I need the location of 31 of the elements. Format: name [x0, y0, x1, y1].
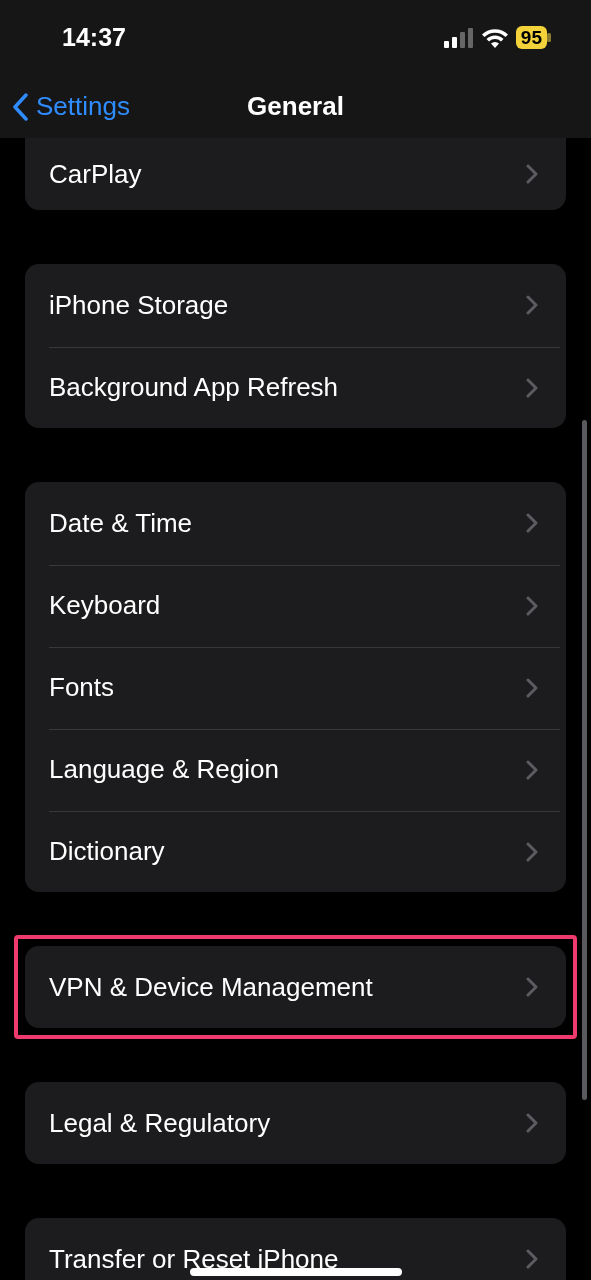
settings-row[interactable]: VPN & Device Management [25, 946, 566, 1028]
settings-row[interactable]: CarPlay [25, 138, 566, 210]
settings-row[interactable]: Legal & Regulatory [25, 1082, 566, 1164]
home-indicator[interactable] [190, 1268, 402, 1276]
chevron-icon [526, 841, 538, 862]
chevron-icon [526, 977, 538, 997]
battery-level: 95 [515, 26, 547, 49]
page-title: General [247, 90, 344, 123]
wifi-icon [481, 27, 508, 48]
chevron-icon [526, 513, 538, 533]
settings-row[interactable]: Date & Time [25, 482, 566, 564]
settings-row[interactable]: Language & Region [25, 728, 566, 810]
signal-icon [443, 27, 474, 48]
chevron-icon [526, 677, 538, 698]
back-button[interactable]: Settings [0, 86, 136, 127]
settings-row[interactable]: Background App Refresh [25, 346, 566, 428]
settings-row[interactable]: iPhone Storage [25, 264, 566, 346]
chevron-icon [526, 759, 538, 780]
back-chevron-icon [12, 92, 28, 121]
status-time: 14:37 [62, 21, 126, 53]
chevron-icon [526, 295, 538, 315]
settings-row[interactable]: Transfer or Reset iPhone [25, 1218, 566, 1280]
chevron-icon [526, 377, 538, 398]
chevron-icon [526, 1113, 538, 1133]
settings-row[interactable]: Fonts [25, 646, 566, 728]
chevron-icon [526, 595, 538, 616]
chevron-icon [526, 1249, 538, 1269]
settings-row[interactable]: Keyboard [25, 564, 566, 646]
battery-tip-icon [547, 33, 551, 42]
chevron-icon [526, 164, 538, 184]
settings-row[interactable]: Dictionary [25, 810, 566, 892]
